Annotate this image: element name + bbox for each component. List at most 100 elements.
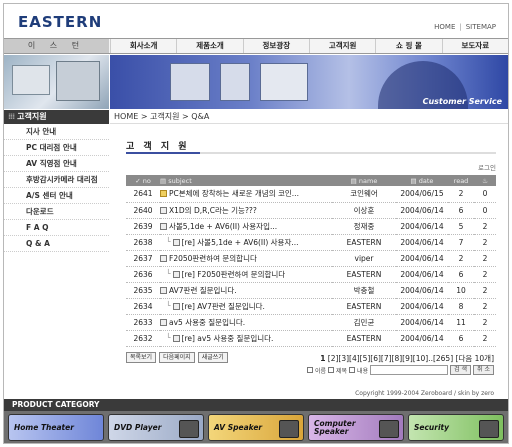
new-post-icon [160,190,167,198]
write-button[interactable]: 새글쓰기 [197,352,228,363]
row-read-count: 8 [448,298,474,315]
row-subject-link[interactable]: [re] av5 사용중 질문입니다. [182,333,274,344]
product-dvd-player[interactable]: DVD Player [108,414,204,441]
col-vote[interactable]: ♨ [474,175,496,186]
sidebar-menu: 지사 안내 PC 대리점 안내 AV 직영점 안내 후방감시카메라 대리점 A/… [4,124,109,252]
product-graphic [170,63,210,101]
search-input[interactable] [370,365,449,375]
list-button[interactable]: 목록보기 [126,352,157,363]
row-no: 2635 [126,282,160,299]
page-links[interactable]: [2][3][4][5][6][7][8][9][10]..[265] [328,354,453,363]
sidebar-title: ⁞⁞⁞ 고객지원 [4,110,109,124]
row-subject-link[interactable]: 사볼5,1de + AV6(II) 사용자입... [169,221,277,232]
speaker-thumb [379,420,399,438]
sidebar-item-qna[interactable]: Q & A [4,236,109,252]
row-subject-link[interactable]: [re] 사볼5,1de + AV6(II) 사용자... [182,237,299,248]
row-date: 2004/06/14 [396,234,448,251]
sidebar-item-av-stores[interactable]: AV 직영점 안내 [4,156,109,172]
home-link[interactable]: HOME [434,23,455,31]
reply-icon: └ [166,333,171,342]
col-subject[interactable]: ▤ subject [160,175,332,186]
sidebar-item-faq[interactable]: F A Q [4,220,109,236]
row-date: 2004/06/14 [396,202,448,219]
nav-item-shop[interactable]: 쇼 핑 몰 [375,39,441,53]
row-subject-link[interactable]: PC본체에 장착하는 새로운 개념의 코인... [169,188,299,199]
product-av-speaker[interactable]: AV Speaker [208,414,304,441]
row-author: 코인웨어 [332,186,396,203]
row-vote-count: 2 [474,250,496,267]
col-no[interactable]: ✓ no [126,175,160,186]
table-row[interactable]: 2635 AV7판련 질문입니다. 박충철 2004/06/14 10 2 [126,282,496,299]
col-vote-label: ♨ [482,176,488,185]
device-graphic [12,65,50,95]
nav-item-products[interactable]: 제품소개 [176,39,242,53]
table-row[interactable]: 2640 X1D의 D,R,C라는 기능??? 이상훈 2004/06/14 6 0 [126,202,496,219]
post-icon [160,254,167,262]
table-row[interactable]: 2641 PC본체에 장착하는 새로운 개념의 코인... 코인웨어 2004/06/… [126,186,496,203]
nav-item-support[interactable]: 고객지원 [308,39,375,53]
top-header: EASTERN HOME | SITEMAP [4,4,508,38]
table-row[interactable]: 2632 └ [re] av5 사용중 질문입니다. EASTERN 2004/06/1… [126,330,496,347]
banner: Customer Service [4,55,508,109]
dvd-player-thumb [179,420,199,438]
row-read-count: 6 [448,266,474,283]
subject-checkbox[interactable] [328,367,334,373]
table-row[interactable]: 2639 사볼5,1de + AV6(II) 사용자입... 정재중 2004/06/… [126,218,496,235]
nav-brand: 이 스 턴 [4,39,109,53]
col-read[interactable]: read [448,175,474,186]
post-icon [160,206,167,214]
next-page-button[interactable]: 다음페이지 [159,352,195,363]
content-checkbox[interactable] [349,367,356,373]
row-subject-link[interactable]: F2050판련하여 문의합니다 [169,253,257,264]
row-read-count: 6 [448,330,474,347]
row-subject-link[interactable]: [re] AV7판련 질문입니다. [182,301,265,312]
table-row[interactable]: 2636 └ [re] F2050판련하여 문의합니다 EASTERN 2004/06/… [126,266,496,283]
col-date[interactable]: ▤ date [396,175,448,186]
nav-item-press[interactable]: 보도자료 [441,39,508,53]
board-body: 2641 PC본체에 장착하는 새로운 개념의 코인... 코인웨어 2004/06/… [126,186,496,347]
row-no: 2639 [126,218,160,235]
title-underline [126,152,496,154]
sidebar-item-download[interactable]: 다운로드 [4,204,109,220]
board-table: ✓ no ▤ subject ▤ name ▤ date read ♨ 2641… [126,175,496,347]
row-vote-count: 2 [474,298,496,315]
search-button[interactable]: 검 색 [450,365,472,375]
row-no: 2632 [126,330,160,347]
col-name[interactable]: ▤ name [332,175,396,186]
row-subject-link[interactable]: av5 사용중 질문입니다. [169,317,245,328]
sidebar-item-branches[interactable]: 지사 안내 [4,124,109,140]
product-security[interactable]: Security [408,414,504,441]
banner-left-image [4,55,109,109]
sitemap-link[interactable]: SITEMAP [466,23,496,31]
grip-icon: ⁞⁞⁞ [8,112,15,121]
sidebar-item-pc-dealers[interactable]: PC 대리점 안내 [4,140,109,156]
breadcrumb: HOME > 고객지원 > Q&A [110,110,508,124]
sidebar-item-camera-dealers[interactable]: 후방감시카메라 대리점 [4,172,109,188]
row-read-count: 6 [448,202,474,219]
table-row[interactable]: 2638 └ [re] 사볼5,1de + AV6(II) 사용자... EASTER… [126,234,496,251]
row-author: 이상훈 [332,202,396,219]
name-checkbox[interactable] [306,367,313,373]
product-computer-speaker[interactable]: Computer Speaker [308,414,404,441]
board-buttons: 목록보기 다음페이지 새글쓰기 [126,352,228,363]
post-icon [172,238,180,246]
nav-item-info[interactable]: 정보광장 [242,39,309,53]
row-subject-link[interactable]: X1D의 D,R,C라는 기능??? [169,205,257,216]
row-author: 정재중 [332,218,396,235]
nav-item-company[interactable]: 회사소개 [110,39,176,53]
row-subject-link[interactable]: [re] F2050판련하여 문의합니다 [182,269,286,280]
product-label: Security [414,423,450,432]
row-author: 박충철 [332,282,396,299]
table-row[interactable]: 2634 └ [re] AV7판련 질문입니다. EASTERN 2004/06/14 8… [126,298,496,315]
product-home-theater[interactable]: Home Theater [8,414,104,441]
next-10-link[interactable]: [다음 10개] [456,354,494,363]
cancel-button[interactable]: 취 소 [473,365,494,375]
table-row[interactable]: 2633 av5 사용중 질문입니다. 김민균 2004/06/14 11 2 [126,314,496,331]
login-link[interactable]: 로그인 [478,162,496,172]
site-logo[interactable]: EASTERN [18,13,102,31]
row-no: 2638 [126,234,160,251]
table-row[interactable]: 2637 F2050판련하여 문의합니다 viper 2004/06/14 2 2 [126,250,496,267]
row-no: 2641 [126,186,160,203]
row-subject-link[interactable]: AV7판련 질문입니다. [169,285,237,296]
sidebar-item-as-center[interactable]: A/S 센터 안내 [4,188,109,204]
